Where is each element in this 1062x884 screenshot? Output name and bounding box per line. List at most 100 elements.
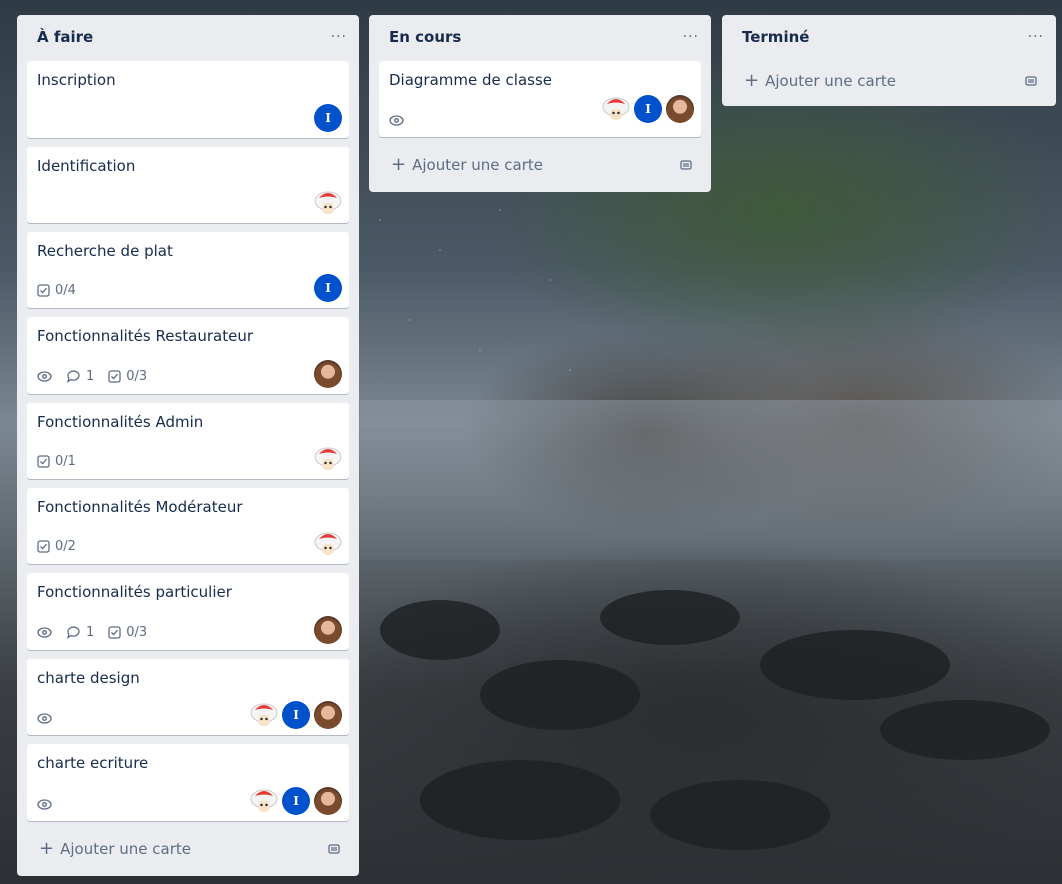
- card-title: Fonctionnalités Restaurateur: [37, 327, 253, 345]
- list-title[interactable]: Terminé: [742, 28, 809, 46]
- mushroom-avatar-icon: [314, 191, 342, 214]
- list-menu-button[interactable]: ···: [331, 29, 347, 45]
- checklist-icon: [108, 626, 121, 639]
- plus-icon: +: [744, 70, 760, 91]
- member-avatar-photo[interactable]: [314, 360, 342, 388]
- card-badges: [389, 114, 404, 127]
- list-menu-button[interactable]: ···: [1028, 29, 1044, 45]
- add-card-button[interactable]: + Ajouter une carte: [379, 149, 701, 181]
- member-avatar[interactable]: [314, 445, 342, 473]
- comment-icon: [66, 370, 80, 383]
- add-card-label: Ajouter une carte: [765, 72, 896, 90]
- card-title: Diagramme de classe: [389, 71, 552, 89]
- mushroom-avatar-icon: [314, 447, 342, 470]
- card[interactable]: Recherche de plat 0/4 I: [27, 232, 349, 308]
- mushroom-avatar-icon: [314, 532, 342, 555]
- add-card-label: Ajouter une carte: [412, 156, 543, 174]
- checklist-badge: 0/3: [108, 369, 147, 384]
- card-template-icon[interactable]: [679, 158, 693, 172]
- card-members: [314, 189, 342, 217]
- mushroom-avatar-icon: [250, 703, 278, 726]
- card-members: I: [602, 95, 694, 123]
- card[interactable]: Identification: [27, 147, 349, 223]
- eye-icon: [37, 371, 52, 382]
- card-title: Recherche de plat: [37, 242, 173, 260]
- watch-badge: [37, 370, 52, 383]
- member-avatar[interactable]: I: [282, 787, 310, 815]
- card[interactable]: Inscription I: [27, 61, 349, 138]
- card-members: [314, 616, 342, 644]
- card-title: Identification: [37, 157, 136, 175]
- card-title: Inscription: [37, 71, 116, 89]
- member-avatar[interactable]: [250, 701, 278, 729]
- add-card-button[interactable]: + Ajouter une carte: [732, 65, 1046, 97]
- member-avatar[interactable]: I: [314, 104, 342, 132]
- member-avatar[interactable]: [602, 95, 630, 123]
- card-badges: [37, 712, 52, 725]
- checklist-count: 0/1: [55, 454, 76, 469]
- watch-badge: [37, 712, 52, 725]
- member-avatar[interactable]: [250, 787, 278, 815]
- card[interactable]: Fonctionnalités particulier 1 0/3: [27, 573, 349, 650]
- checklist-count: 0/3: [126, 625, 148, 640]
- add-card-label-wrap: + Ajouter une carte: [391, 154, 543, 175]
- card-members: I: [314, 104, 342, 132]
- list-header: En cours ···: [369, 15, 711, 59]
- card-members: [314, 530, 342, 558]
- list-header: Terminé ···: [722, 15, 1056, 59]
- card[interactable]: Fonctionnalités Admin 0/1: [27, 403, 349, 479]
- card[interactable]: charte ecriture I: [27, 744, 349, 821]
- card[interactable]: charte design I: [27, 659, 349, 735]
- card-members: I: [250, 787, 342, 815]
- card-title: Fonctionnalités Admin: [37, 413, 204, 431]
- member-avatar[interactable]: I: [282, 701, 310, 729]
- list-title[interactable]: À faire: [37, 28, 93, 46]
- comment-badge: 1: [66, 625, 94, 640]
- checklist-count: 0/3: [126, 369, 148, 384]
- watch-badge: [37, 798, 52, 811]
- checklist-icon: [108, 370, 121, 383]
- checklist-icon: [37, 284, 50, 297]
- checklist-badge: 0/1: [37, 454, 76, 469]
- eye-icon: [37, 713, 52, 724]
- member-avatar-photo[interactable]: [314, 701, 342, 729]
- member-avatar[interactable]: I: [314, 274, 342, 302]
- plus-icon: +: [391, 154, 407, 175]
- list-a-faire: À faire ··· Inscription I Identification: [17, 15, 359, 876]
- checklist-badge: 0/2: [37, 539, 76, 554]
- checklist-icon: [37, 455, 50, 468]
- member-avatar[interactable]: [314, 530, 342, 558]
- comment-count: 1: [86, 625, 95, 640]
- card[interactable]: Fonctionnalités Restaurateur 1 0/3: [27, 317, 349, 394]
- card-members: I: [250, 701, 342, 729]
- card-template-icon[interactable]: [327, 842, 341, 856]
- add-card-button[interactable]: + Ajouter une carte: [27, 833, 349, 865]
- card-badges: 1 0/3: [37, 369, 147, 384]
- add-card-label-wrap: + Ajouter une carte: [39, 838, 191, 859]
- card-members: I: [314, 274, 342, 302]
- list-menu-button[interactable]: ···: [683, 29, 699, 45]
- card-title: charte ecriture: [37, 754, 149, 772]
- plus-icon: +: [39, 838, 55, 859]
- comment-badge: 1: [66, 369, 94, 384]
- member-avatar[interactable]: I: [634, 95, 662, 123]
- watch-badge: [389, 114, 404, 127]
- card-title: Fonctionnalités particulier: [37, 583, 232, 601]
- mushroom-avatar-icon: [602, 97, 630, 120]
- card-badges: 0/1: [37, 454, 76, 469]
- card[interactable]: Diagramme de classe I: [379, 61, 701, 137]
- mushroom-avatar-icon: [250, 789, 278, 812]
- card-members: [314, 360, 342, 388]
- card-badges: 0/4: [37, 283, 76, 298]
- list-title[interactable]: En cours: [389, 28, 461, 46]
- member-avatar-photo[interactable]: [314, 616, 342, 644]
- member-avatar[interactable]: [314, 189, 342, 217]
- card[interactable]: Fonctionnalités Modérateur 0/2: [27, 488, 349, 564]
- eye-icon: [37, 799, 52, 810]
- add-card-label-wrap: + Ajouter une carte: [744, 70, 896, 91]
- card-title: Fonctionnalités Modérateur: [37, 498, 243, 516]
- board: À faire ··· Inscription I Identification: [0, 0, 1062, 884]
- member-avatar-photo[interactable]: [314, 787, 342, 815]
- card-template-icon[interactable]: [1024, 74, 1038, 88]
- member-avatar-photo[interactable]: [666, 95, 694, 123]
